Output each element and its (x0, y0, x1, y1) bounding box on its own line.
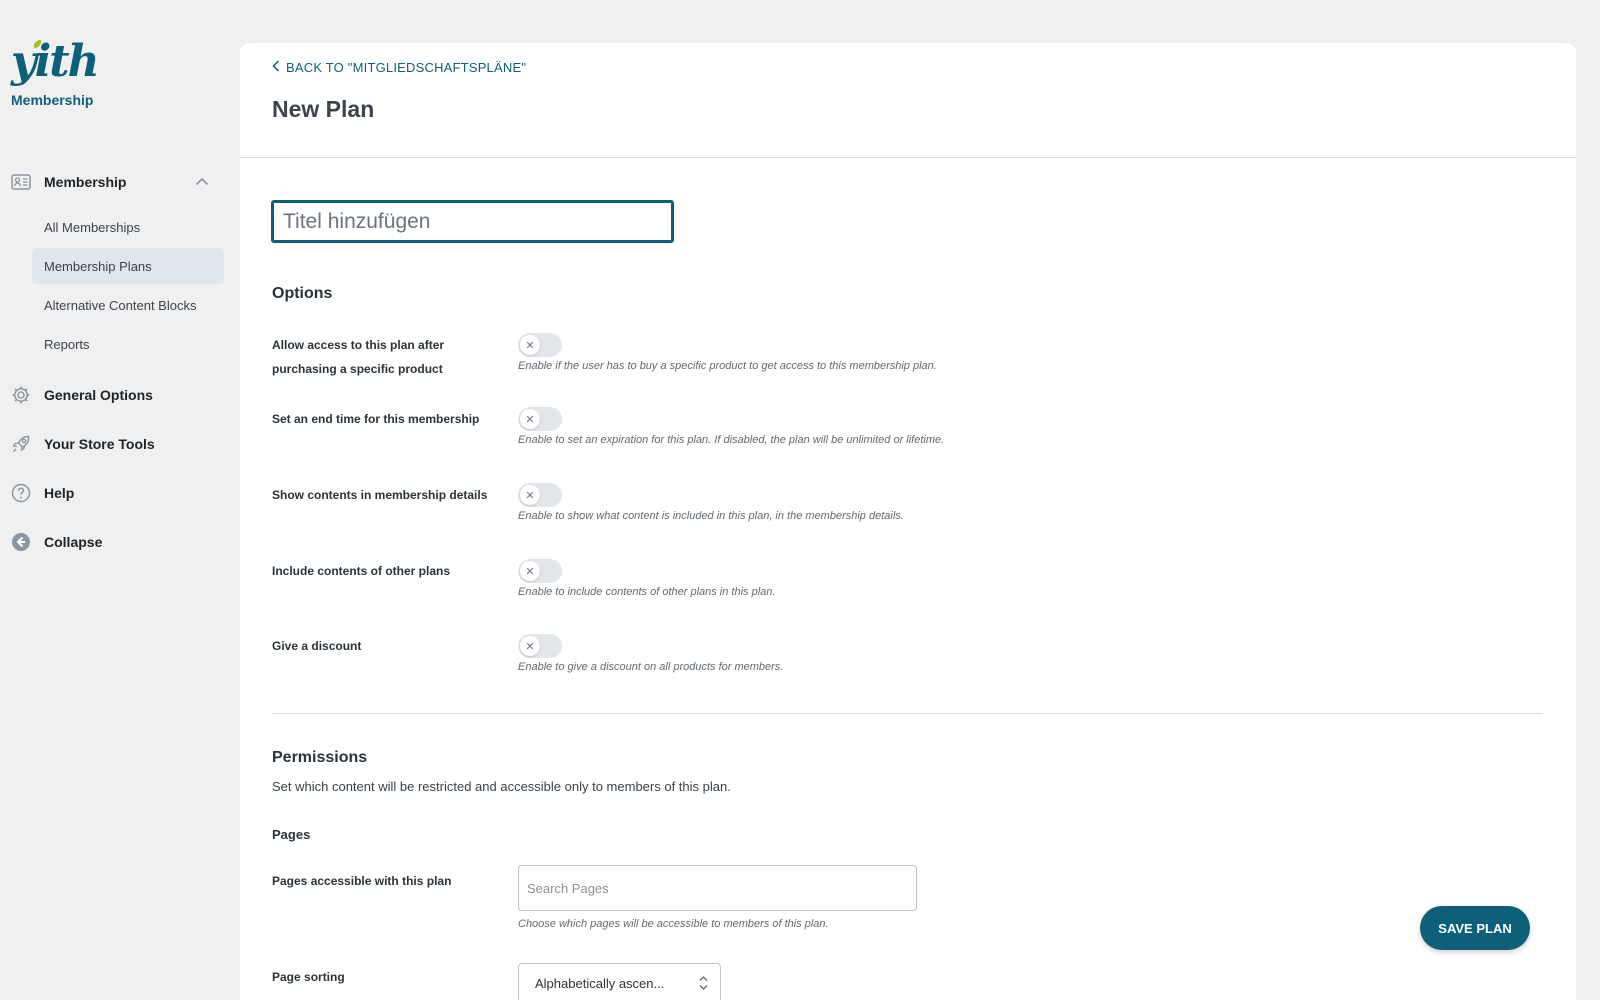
brand: yith Membership (11, 36, 100, 109)
gear-icon (10, 384, 32, 406)
sidebar-item-collapse[interactable]: Collapse (0, 526, 235, 558)
sidebar-nav: Membership All Memberships Membership Pl… (0, 166, 235, 575)
main-panel: BACK TO "MITGLIEDSCHAFTSPLÄNE" New Plan … (240, 43, 1576, 1000)
sidebar: yith Membership Membership All Membershi… (0, 0, 235, 1000)
sidebar-item-help[interactable]: Help (0, 477, 235, 509)
collapse-icon (10, 531, 32, 553)
option-label: Include contents of other plans (272, 564, 451, 578)
close-icon: ✕ (520, 485, 540, 505)
save-plan-button[interactable]: SAVE PLAN (1420, 906, 1530, 950)
sidebar-item-reports[interactable]: Reports (32, 326, 224, 362)
section-divider (272, 713, 1543, 714)
back-link[interactable]: BACK TO "MITGLIEDSCHAFTSPLÄNE" (272, 60, 526, 75)
sidebar-sub-list: All Memberships Membership Plans Alterna… (0, 209, 235, 362)
id-card-icon (10, 171, 32, 193)
option-description: Enable to include contents of other plan… (518, 586, 776, 598)
option-description: Enable to give a discount on all product… (518, 661, 784, 673)
option-label: Show contents in membership details (272, 488, 488, 502)
sidebar-group-label: Membership (44, 174, 127, 190)
option-toggle[interactable]: ✕ (518, 333, 562, 357)
sidebar-item-all-memberships[interactable]: All Memberships (32, 209, 224, 245)
option-toggle[interactable]: ✕ (518, 407, 562, 431)
logo-text: yith (11, 36, 100, 87)
sorting-label: Page sorting (272, 970, 345, 984)
option-label: Allow access to this plan after purchasi… (272, 338, 445, 376)
permissions-heading: Permissions (272, 749, 368, 766)
option-label: Give a discount (272, 639, 362, 653)
sidebar-group-membership[interactable]: Membership (0, 166, 235, 198)
pages-heading: Pages (272, 827, 311, 842)
page-title: New Plan (272, 96, 375, 122)
help-icon (10, 482, 32, 504)
option-description: Enable if the user has to buy a specific… (518, 360, 937, 372)
option-description: Enable to set an expiration for this pla… (518, 434, 945, 446)
sort-arrows-icon (699, 975, 708, 991)
sidebar-item-general-options[interactable]: General Options (0, 379, 235, 411)
page-sorting-select[interactable]: Alphabetically ascen... (518, 963, 721, 1000)
yith-logo[interactable]: yith (11, 36, 100, 87)
pages-label: Pages accessible with this plan (272, 874, 452, 888)
search-pages-input[interactable] (518, 865, 917, 911)
plan-title-input[interactable] (271, 200, 674, 243)
back-link-label: BACK TO "MITGLIEDSCHAFTSPLÄNE" (286, 60, 527, 75)
close-icon: ✕ (520, 335, 540, 355)
option-toggle[interactable]: ✕ (518, 559, 562, 583)
option-description: Enable to show what content is included … (518, 510, 904, 522)
sidebar-item-alternative-content-blocks[interactable]: Alternative Content Blocks (32, 287, 224, 323)
chevron-left-icon (272, 60, 280, 75)
page-sorting-value: Alphabetically ascen... (535, 975, 665, 991)
rocket-icon (10, 433, 32, 455)
close-icon: ✕ (520, 409, 540, 429)
sidebar-item-label: Collapse (44, 534, 103, 550)
close-icon: ✕ (520, 636, 540, 656)
sidebar-item-your-store-tools[interactable]: Your Store Tools (0, 428, 235, 460)
option-toggle[interactable]: ✕ (518, 634, 562, 658)
sidebar-item-label: General Options (44, 387, 153, 403)
sidebar-item-membership-plans[interactable]: Membership Plans (32, 248, 224, 284)
chevron-up-icon[interactable] (195, 173, 209, 191)
options-heading: Options (272, 285, 333, 302)
sidebar-item-label: Your Store Tools (44, 436, 155, 452)
brand-subtitle: Membership (11, 92, 94, 108)
permissions-description: Set which content will be restricted and… (272, 779, 731, 794)
pages-description: Choose which pages will be accessible to… (518, 918, 829, 930)
option-toggle[interactable]: ✕ (518, 483, 562, 507)
close-icon: ✕ (520, 561, 540, 581)
option-label: Set an end time for this membership (272, 412, 480, 426)
sidebar-item-label: Help (44, 485, 75, 501)
panel-header: BACK TO "MITGLIEDSCHAFTSPLÄNE" New Plan (240, 43, 1576, 158)
